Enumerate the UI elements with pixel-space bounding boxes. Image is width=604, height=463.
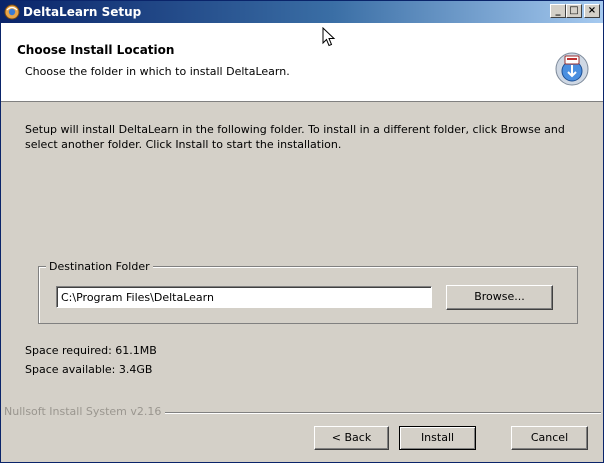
window-title: DeltaLearn Setup xyxy=(23,5,142,19)
header-panel: Choose Install Location Choose the folde… xyxy=(1,23,603,102)
install-disk-icon xyxy=(555,52,589,86)
nsis-branding: Nullsoft Install System v2.16 xyxy=(4,405,166,418)
page-subtitle: Choose the folder in which to install De… xyxy=(25,65,290,78)
cancel-button[interactable]: Cancel xyxy=(511,426,588,450)
destination-path-input[interactable] xyxy=(56,286,432,308)
setup-window: DeltaLearn Setup _ □ × Choose Install Lo… xyxy=(0,0,604,463)
intro-text: Setup will install DeltaLearn in the fol… xyxy=(25,123,565,151)
close-button[interactable]: × xyxy=(584,4,600,18)
space-required: Space required: 61.1MB xyxy=(25,344,157,357)
destination-group-label: Destination Folder xyxy=(46,260,153,274)
mouse-cursor-icon xyxy=(322,27,336,47)
space-available: Space available: 3.4GB xyxy=(25,363,153,376)
page-title: Choose Install Location xyxy=(17,43,175,57)
install-button[interactable]: Install xyxy=(399,426,476,450)
maximize-button[interactable]: □ xyxy=(566,4,582,18)
browse-button[interactable]: Browse... xyxy=(446,285,553,310)
title-bar[interactable]: DeltaLearn Setup _ □ × xyxy=(1,1,603,23)
minimize-button[interactable]: _ xyxy=(550,4,566,18)
back-button[interactable]: < Back xyxy=(314,426,389,450)
installer-icon xyxy=(4,4,20,20)
